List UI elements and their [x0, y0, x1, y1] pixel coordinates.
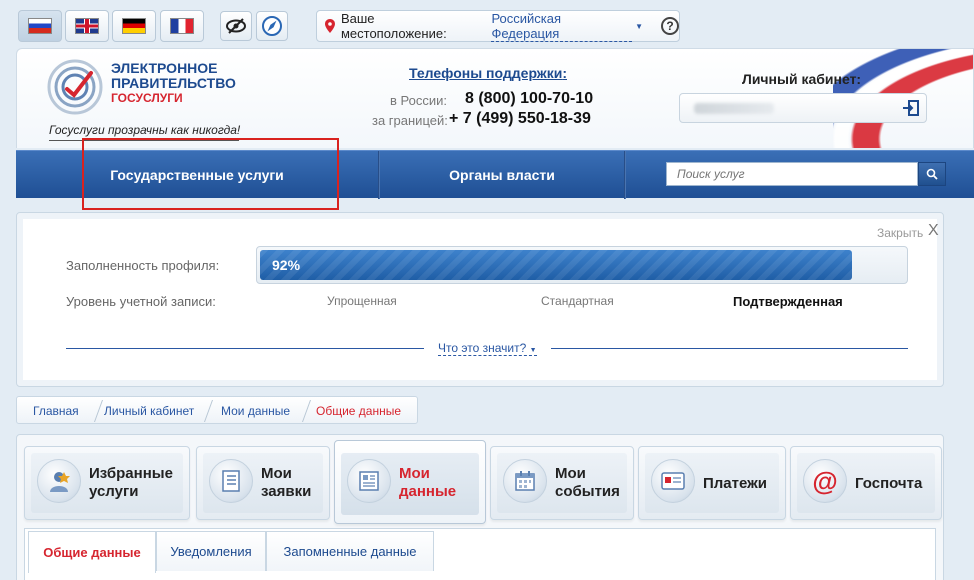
level-simplified: Упрощенная [327, 294, 397, 308]
service-label-line: Избранные [89, 465, 173, 482]
support-title: Телефоны поддержки [409, 65, 563, 81]
accessibility-button[interactable] [220, 11, 252, 41]
tab-saved-data[interactable]: Запомненные данные [266, 531, 434, 571]
uk-flag-icon [75, 18, 99, 34]
language-de-button[interactable] [112, 10, 156, 42]
logout-icon[interactable] [902, 99, 920, 117]
what-does-it-mean-link[interactable]: Что это значит? ▼ [438, 341, 537, 356]
what-does-it-mean-text: Что это значит? [438, 341, 527, 355]
breadcrumb-home[interactable]: Главная [33, 397, 79, 425]
close-panel-link[interactable]: Закрыть [877, 226, 923, 240]
chevron-down-icon: ▼ [529, 347, 537, 354]
breadcrumb-general-data: Общие данные [316, 404, 402, 418]
at-sign-glyph: @ [812, 466, 838, 496]
service-label: Госпочта [855, 475, 923, 492]
service-gospochta[interactable]: @ Госпочта [790, 446, 942, 520]
france-flag-icon [170, 18, 194, 34]
search-input[interactable] [666, 162, 918, 186]
service-label-line: данные [399, 483, 457, 500]
language-ru-button[interactable] [18, 10, 62, 42]
visually-impaired-eye-icon [226, 18, 246, 34]
service-label-line: заявки [261, 483, 312, 500]
service-label-line: Мои [399, 465, 430, 482]
profile-fill-label: Заполненность профиля: [66, 258, 220, 273]
logo-text[interactable]: ЭЛЕКТРОННОЕ ПРАВИТЕЛЬСТВО ГОСУСЛУГИ [111, 61, 236, 106]
profile-progress-bar: 92% [256, 246, 908, 284]
service-my-requests[interactable]: Мои заявки [196, 446, 330, 520]
search-button[interactable] [918, 162, 946, 186]
logo-line-2: ПРАВИТЕЛЬСТВО [111, 75, 236, 91]
support-colon: : [562, 65, 568, 81]
germany-flag-icon [122, 18, 146, 34]
my-data-icon [347, 459, 391, 503]
breadcrumb-separator [84, 400, 104, 422]
breadcrumb-cabinet[interactable]: Личный кабинет [104, 397, 194, 425]
russia-phone-number: 8 (800) 100-70-10 [465, 90, 594, 107]
service-favorites[interactable]: Избранные услуги [24, 446, 190, 520]
service-my-events[interactable]: Мои события [490, 446, 634, 520]
divider-right [551, 348, 908, 349]
service-label-line: Мои [555, 465, 586, 482]
tab-notifications[interactable]: Уведомления [156, 531, 266, 571]
cabinet-title: Личный кабинет: [742, 71, 862, 87]
support-phones-link[interactable]: Телефоны поддержки: [409, 65, 567, 81]
tab-general-data[interactable]: Общие данные [28, 531, 156, 573]
site-header: ЭЛЕКТРОННОЕ ПРАВИТЕЛЬСТВО ГОСУСЛУГИ Госу… [16, 48, 974, 148]
profile-progress-fill: 92% [260, 250, 853, 280]
blurred-username [694, 103, 774, 114]
breadcrumb-my-data[interactable]: Мои данные [221, 397, 290, 425]
mail-at-icon: @ [803, 459, 847, 503]
service-label-line: услуги [89, 483, 139, 500]
location-label: Ваше местоположение: [340, 11, 447, 41]
chevron-down-icon[interactable]: ▼ [635, 22, 643, 31]
location-selector: Ваше местоположение: Российская Федераци… [316, 10, 680, 42]
service-label: Избранные услуги [89, 465, 173, 501]
requests-list-icon [209, 459, 253, 503]
russia-flag-icon [28, 18, 52, 34]
close-icon[interactable]: X [928, 222, 939, 240]
nav-separator [624, 151, 626, 199]
service-label: Платежи [703, 475, 767, 492]
russia-phone-label: в России: [390, 93, 447, 108]
breadcrumb: Главная Личный кабинет Мои данные Общие … [16, 396, 418, 424]
breadcrumb-separator [292, 400, 312, 422]
breadcrumb-separator [194, 400, 214, 422]
service-my-data[interactable]: Мои данные [334, 440, 486, 524]
account-level-label: Уровень учетной записи: [66, 294, 216, 309]
calendar-icon [503, 459, 547, 503]
map-pin-icon [325, 19, 335, 33]
language-en-button[interactable] [65, 10, 109, 42]
abroad-phone-number: + 7 (499) 550-18-39 [449, 110, 591, 127]
help-icon[interactable]: ? [661, 17, 679, 35]
slogan: Госуслуги прозрачны как никогда! [49, 123, 241, 137]
gosuslugi-logo-icon[interactable] [47, 59, 103, 115]
service-payments[interactable]: Платежи [638, 446, 786, 520]
payments-icon [651, 459, 695, 503]
nav-authorities[interactable]: Органы власти [380, 151, 624, 199]
logo-line-3: ГОСУСЛУГИ [111, 91, 183, 105]
divider-left [66, 348, 424, 349]
language-fr-button[interactable] [160, 10, 204, 42]
favorite-services-icon [37, 459, 81, 503]
red-highlight-annotation [82, 138, 339, 210]
level-confirmed: Подтвержденная [733, 294, 843, 309]
level-standard: Стандартная [541, 294, 614, 308]
profile-progress-value: 92% [272, 257, 301, 273]
service-label: Мои заявки [261, 465, 311, 501]
service-label: Мои данные [399, 465, 456, 501]
location-value-link[interactable]: Российская Федерация [491, 11, 633, 42]
service-label: Мои события [555, 465, 620, 501]
service-label-line: Мои [261, 465, 292, 482]
logo-line-1: ЭЛЕКТРОННОЕ [111, 60, 218, 76]
abroad-phone-label: за границей: [372, 113, 448, 128]
cabinet-user-field[interactable] [679, 93, 927, 123]
search-icon [926, 168, 938, 180]
navigator-button[interactable] [256, 11, 288, 41]
compass-icon [262, 16, 282, 36]
service-label-line: события [555, 483, 620, 500]
